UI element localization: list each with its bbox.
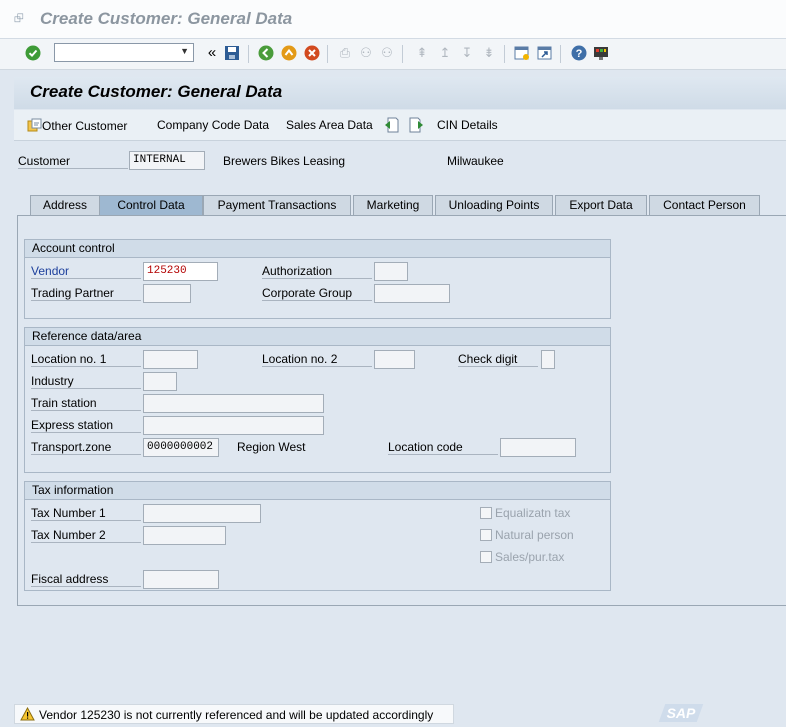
location-code-label: Location code: [388, 440, 498, 455]
customer-name: Brewers Bikes Leasing: [223, 154, 346, 168]
company-code-data-button[interactable]: Company Code Data: [157, 118, 269, 132]
cin-details-button[interactable]: CIN Details: [437, 118, 498, 132]
natural-person-checkbox[interactable]: [480, 529, 492, 541]
next-screen-icon[interactable]: [409, 117, 424, 136]
location-code-field[interactable]: [500, 438, 576, 457]
fiscal-address-field[interactable]: [143, 570, 219, 589]
group-title: Reference data/area: [32, 329, 142, 343]
group-title: Tax information: [32, 483, 114, 497]
fiscal-address-label: Fiscal address: [31, 572, 141, 587]
express-station-label: Express station: [31, 418, 141, 433]
tab-marketing[interactable]: Marketing: [353, 195, 433, 215]
help-icon[interactable]: ?: [570, 44, 588, 62]
sales-pur-tax-label: Sales/pur.tax: [495, 550, 565, 564]
command-field[interactable]: ▼: [54, 43, 194, 62]
customer-city: Milwaukee: [447, 154, 504, 168]
location-no2-field[interactable]: [374, 350, 415, 369]
tab-contact-person[interactable]: Contact Person: [649, 195, 760, 215]
other-customer-icon: [27, 118, 42, 132]
tab-label: Address: [42, 198, 88, 212]
window-title-bar: ⮺ Create Customer: General Data: [0, 0, 786, 39]
find-icon[interactable]: ⚇: [357, 44, 375, 62]
authorization-label: Authorization: [262, 264, 372, 279]
application-toolbar: Other Customer Company Code Data Sales A…: [14, 110, 786, 141]
tax-number2-field[interactable]: [143, 526, 226, 545]
shortcut-icon[interactable]: [536, 44, 554, 62]
cancel-icon[interactable]: [303, 44, 321, 62]
tab-label: Contact Person: [663, 198, 746, 212]
transport-zone-label: Transport.zone: [31, 440, 141, 455]
location-no1-field[interactable]: [143, 350, 198, 369]
screen-header: Create Customer: General Data: [14, 77, 786, 109]
authorization-field[interactable]: [374, 262, 408, 281]
enter-checkmark-icon[interactable]: [24, 44, 42, 62]
equalization-tax-label: Equalizatn tax: [495, 506, 571, 520]
tab-label: Payment Transactions: [217, 198, 337, 212]
tab-label: Export Data: [569, 198, 633, 212]
create-session-icon[interactable]: [513, 44, 531, 62]
transport-zone-field[interactable]: 0000000002: [143, 438, 219, 457]
next-page-icon[interactable]: ↧: [458, 44, 476, 62]
tab-payment-transactions[interactable]: Payment Transactions: [203, 195, 351, 215]
status-message: Vendor 125230 is not currently reference…: [39, 708, 434, 722]
double-chevron-left-icon[interactable]: «: [203, 44, 221, 62]
save-icon[interactable]: [223, 44, 241, 62]
tab-label: Control Data: [117, 198, 185, 212]
equalization-tax-checkbox[interactable]: [480, 507, 492, 519]
vendor-label: Vendor: [31, 264, 141, 279]
location-no1-label: Location no. 1: [31, 352, 141, 367]
tab-address[interactable]: Address: [30, 195, 100, 215]
tax-number1-field[interactable]: [143, 504, 261, 523]
other-customer-label: Other Customer: [42, 119, 128, 133]
other-customer-button[interactable]: Other Customer: [27, 118, 127, 133]
industry-field[interactable]: [143, 372, 177, 391]
transport-zone-description: Region West: [237, 440, 306, 454]
first-page-icon[interactable]: ⇞: [413, 44, 431, 62]
svg-text:?: ?: [576, 48, 583, 60]
account-control-group: Account control: [24, 239, 611, 319]
find-next-icon[interactable]: ⚇: [378, 44, 396, 62]
previous-screen-icon[interactable]: [384, 117, 399, 136]
tax-number1-label: Tax Number 1: [31, 506, 141, 521]
menu-exit-icon[interactable]: ⮺: [14, 12, 25, 24]
warning-icon: [20, 706, 35, 721]
customer-number-field[interactable]: INTERNAL: [129, 151, 205, 170]
previous-page-icon[interactable]: ↥: [436, 44, 454, 62]
tab-export-data[interactable]: Export Data: [555, 195, 647, 215]
screen-title: Create Customer: General Data: [30, 82, 283, 101]
tab-control-data[interactable]: Control Data: [99, 195, 203, 215]
exit-icon[interactable]: [280, 44, 298, 62]
print-icon[interactable]: ⎙: [336, 44, 354, 62]
customize-layout-icon[interactable]: [592, 44, 610, 62]
sales-pur-tax-checkbox[interactable]: [480, 551, 492, 563]
status-message-box[interactable]: Vendor 125230 is not currently reference…: [14, 704, 454, 724]
status-bar: Vendor 125230 is not currently reference…: [0, 700, 786, 727]
natural-person-label: Natural person: [495, 528, 574, 542]
last-page-icon[interactable]: ⇟: [480, 44, 498, 62]
vendor-field[interactable]: 125230: [143, 262, 218, 281]
back-icon[interactable]: [257, 44, 275, 62]
tax-number2-label: Tax Number 2: [31, 528, 141, 543]
customer-label: Customer: [18, 154, 128, 169]
check-digit-label: Check digit: [458, 352, 538, 367]
industry-label: Industry: [31, 374, 141, 389]
trading-partner-label: Trading Partner: [31, 286, 141, 301]
dropdown-arrow-icon[interactable]: ▼: [180, 46, 189, 56]
check-digit-field[interactable]: [541, 350, 555, 369]
corporate-group-field[interactable]: [374, 284, 450, 303]
location-no2-label: Location no. 2: [262, 352, 372, 367]
group-title: Account control: [32, 241, 115, 255]
train-station-label: Train station: [31, 396, 141, 411]
corporate-group-label: Corporate Group: [262, 286, 372, 301]
trading-partner-field[interactable]: [143, 284, 191, 303]
window-title: Create Customer: General Data: [40, 9, 293, 28]
sales-area-data-button[interactable]: Sales Area Data: [286, 118, 373, 132]
sap-logo: SAP: [658, 704, 704, 722]
tab-label: Marketing: [366, 198, 420, 212]
express-station-field[interactable]: [143, 416, 324, 435]
tab-unloading-points[interactable]: Unloading Points: [435, 195, 553, 215]
tab-label: Unloading Points: [448, 198, 540, 212]
train-station-field[interactable]: [143, 394, 324, 413]
